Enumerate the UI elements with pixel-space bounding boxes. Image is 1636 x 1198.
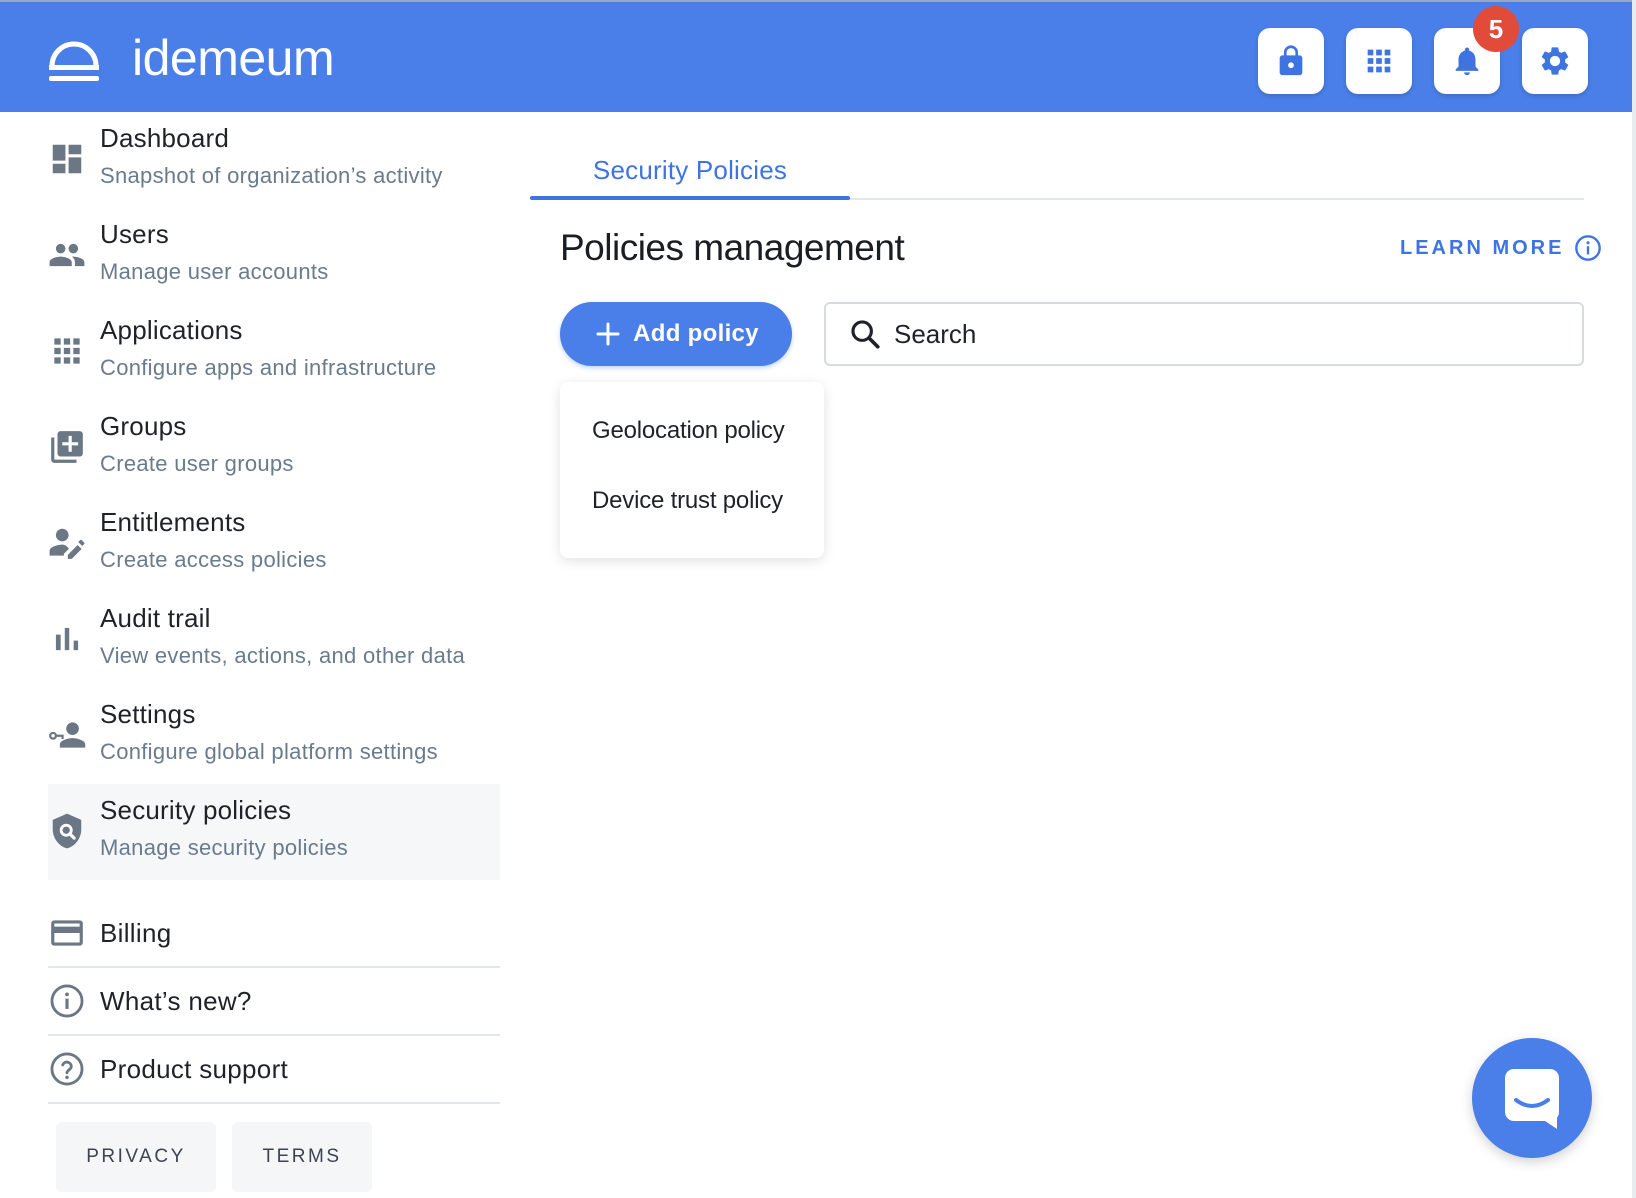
user-key-icon xyxy=(48,716,86,754)
sidebar-item-title: Groups xyxy=(100,411,187,441)
gear-icon xyxy=(1541,47,1569,75)
sidebar-item-subtitle: Create user groups xyxy=(100,451,294,476)
credit-card-icon xyxy=(48,914,86,952)
sidebar-item-title: Users xyxy=(100,219,169,249)
user-edit-icon xyxy=(48,524,86,562)
billing-label: Billing xyxy=(100,917,172,948)
window-edge xyxy=(1632,0,1636,1198)
users-icon xyxy=(48,236,86,274)
chat-launcher-button[interactable] xyxy=(1472,1038,1592,1158)
top-bar: idemeum 5 xyxy=(0,0,1636,112)
brand-name: idemeum xyxy=(132,30,335,86)
sidebar-item-groups[interactable]: Groups Create user groups xyxy=(48,400,500,496)
sidebar: Dashboard Snapshot of organization’s act… xyxy=(0,112,510,1198)
plus-icon xyxy=(596,322,620,346)
product-support-link[interactable]: Product support xyxy=(48,1036,500,1104)
bell-icon xyxy=(1455,47,1479,76)
chat-icon xyxy=(1505,1069,1559,1129)
idemeum-logo-icon xyxy=(49,41,99,81)
lock-icon xyxy=(1279,45,1303,76)
sidebar-item-title: Audit trail xyxy=(100,603,211,633)
billing-link[interactable]: Billing xyxy=(48,900,500,968)
sidebar-item-subtitle: Manage user accounts xyxy=(100,259,329,284)
tab-label: Security Policies xyxy=(592,154,788,185)
info-icon xyxy=(1575,235,1602,261)
tab-security-policies[interactable]: Security Policies xyxy=(530,140,850,200)
sidebar-item-applications[interactable]: Applications Configure apps and infrastr… xyxy=(48,304,500,400)
brand[interactable]: idemeum xyxy=(46,30,335,86)
whats-new-label: What’s new? xyxy=(100,985,252,1016)
search-input[interactable] xyxy=(894,318,1534,350)
terms-button[interactable]: TERMS xyxy=(232,1122,372,1192)
bar-chart-icon xyxy=(48,620,86,658)
search-field[interactable] xyxy=(824,302,1584,366)
settings-button[interactable] xyxy=(1522,28,1588,94)
shield-search-icon xyxy=(48,812,86,850)
add-policy-menu: Geolocation policy Device trust policy xyxy=(560,382,824,558)
sidebar-item-subtitle: Create access policies xyxy=(100,547,327,572)
apps-grid-icon xyxy=(48,332,86,370)
sidebar-item-subtitle: Configure apps and infrastructure xyxy=(100,355,437,380)
add-policy-label: Add policy xyxy=(633,320,759,347)
help-icon xyxy=(48,1050,86,1088)
search-icon xyxy=(851,320,880,349)
sidebar-item-subtitle: Snapshot of organization’s activity xyxy=(100,163,443,188)
lock-button[interactable] xyxy=(1258,28,1324,94)
learn-more-link[interactable]: LEARN MORE xyxy=(1400,232,1602,264)
privacy-button[interactable]: PRIVACY xyxy=(56,1122,216,1192)
notification-badge: 5 xyxy=(1473,6,1519,52)
sidebar-item-title: Dashboard xyxy=(100,123,229,153)
product-support-label: Product support xyxy=(100,1053,289,1084)
whats-new-link[interactable]: What’s new? xyxy=(48,968,500,1036)
sidebar-item-audit-trail[interactable]: Audit trail View events, actions, and ot… xyxy=(48,592,500,688)
sidebar-item-security-policies[interactable]: Security policies Manage security polici… xyxy=(48,784,500,880)
menu-item-geolocation-policy[interactable]: Geolocation policy xyxy=(560,400,824,462)
page-title: Policies management xyxy=(560,227,905,268)
sidebar-item-settings[interactable]: Settings Configure global platform setti… xyxy=(48,688,500,784)
sidebar-item-subtitle: Manage security policies xyxy=(100,835,349,860)
apps-button[interactable] xyxy=(1346,28,1412,94)
sidebar-item-users[interactable]: Users Manage user accounts xyxy=(48,208,500,304)
sidebar-item-dashboard[interactable]: Dashboard Snapshot of organization’s act… xyxy=(48,112,500,208)
sidebar-item-entitlements[interactable]: Entitlements Create access policies xyxy=(48,496,500,592)
add-group-icon xyxy=(48,428,86,466)
dashboard-icon xyxy=(48,140,86,178)
add-policy-button[interactable]: Add policy xyxy=(560,302,792,366)
menu-item-device-trust-policy[interactable]: Device trust policy xyxy=(560,470,824,532)
active-tab-indicator xyxy=(530,196,850,200)
sidebar-item-title: Security policies xyxy=(100,795,292,825)
app-root: idemeum 5 Dashboard Snapshot of organiza… xyxy=(0,0,1636,1198)
info-icon xyxy=(48,982,86,1020)
sidebar-item-title: Settings xyxy=(100,699,196,729)
sidebar-item-title: Applications xyxy=(100,315,243,345)
sidebar-item-subtitle: View events, actions, and other data xyxy=(100,643,466,668)
sidebar-item-title: Entitlements xyxy=(100,507,246,537)
sidebar-item-subtitle: Configure global platform settings xyxy=(100,739,438,764)
learn-more-label: LEARN MORE xyxy=(1400,236,1565,259)
apps-grid-icon xyxy=(1367,49,1391,73)
